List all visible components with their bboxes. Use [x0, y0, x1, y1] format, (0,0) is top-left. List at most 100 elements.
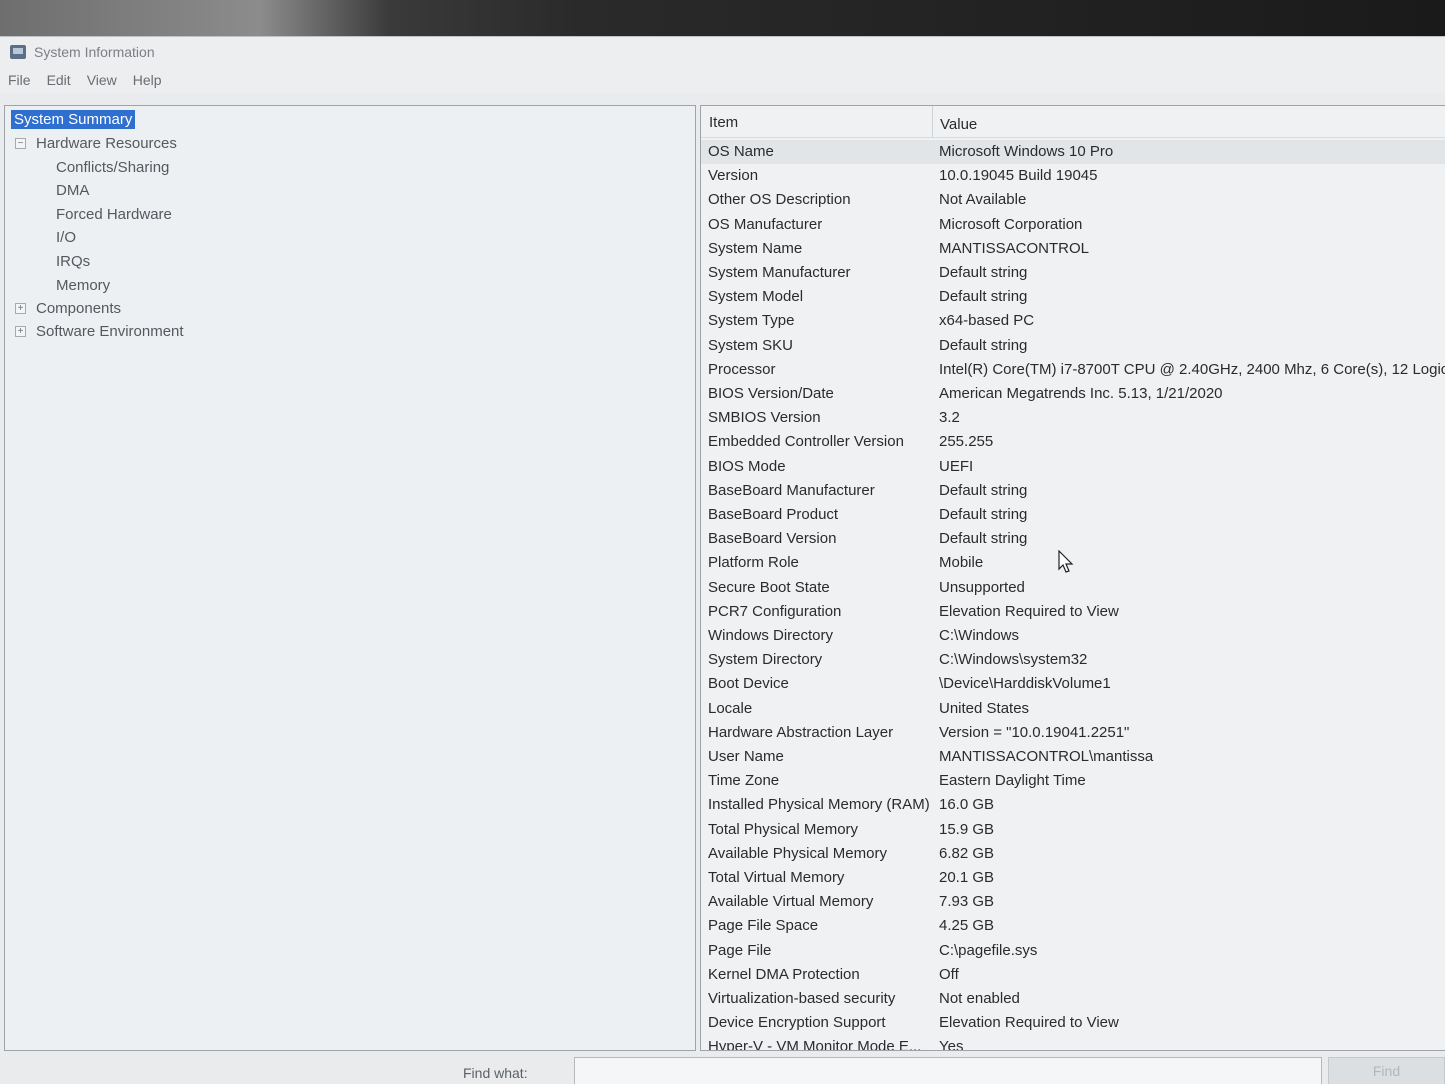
window-title: System Information	[34, 44, 155, 60]
content-panes: System Summary − Hardware Resources Conf…	[0, 103, 1445, 1053]
table-row[interactable]: Windows Directory C:\Windows	[701, 624, 1445, 648]
row-item: Other OS Description	[708, 191, 851, 209]
table-row[interactable]: Total Physical Memory 15.9 GB	[701, 818, 1445, 842]
expand-icon[interactable]: +	[15, 325, 26, 337]
table-row[interactable]: Secure Boot State Unsupported	[701, 576, 1445, 600]
row-item: Total Virtual Memory	[708, 869, 845, 886]
table-row[interactable]: Version 10.0.19045 Build 19045	[701, 164, 1445, 188]
column-header-item[interactable]: Item	[709, 114, 738, 131]
row-item: Boot Device	[708, 675, 789, 693]
table-row[interactable]: BaseBoard Product Default string	[701, 503, 1445, 527]
row-value: Yes	[939, 1038, 964, 1051]
tree-item-hardware-resources[interactable]: − Hardware Resources	[15, 132, 177, 154]
tree-item-irqs[interactable]: IRQs	[56, 250, 90, 272]
expand-icon[interactable]: +	[15, 302, 26, 314]
mouse-cursor-icon	[1058, 550, 1074, 573]
table-row[interactable]: OS Manufacturer Microsoft Corporation	[701, 213, 1445, 237]
row-value: Microsoft Corporation	[939, 215, 1083, 233]
table-row[interactable]: Time Zone Eastern Daylight Time	[701, 769, 1445, 793]
table-row[interactable]: Hyper-V - VM Monitor Mode E... Yes	[701, 1035, 1445, 1051]
tree-item-components[interactable]: + Components	[15, 297, 121, 319]
row-item: Kernel DMA Protection	[708, 965, 860, 983]
title-bar: System Information	[0, 37, 1445, 67]
tree-item-label: I/O	[56, 228, 77, 246]
list-header: Item Value	[701, 106, 1445, 138]
row-item: Platform Role	[708, 554, 799, 572]
tree-item-label: Conflicts/Sharing	[56, 158, 170, 176]
tree-item-dma[interactable]: DMA	[56, 179, 89, 201]
table-row[interactable]: Device Encryption Support Elevation Requi…	[701, 1011, 1445, 1035]
row-item: System Directory	[708, 651, 823, 669]
system-information-window: System Information File Edit View Help S…	[0, 36, 1445, 1084]
tree-item-system-summary[interactable]: System Summary	[11, 108, 136, 130]
row-item: Total Physical Memory	[708, 820, 859, 838]
table-row[interactable]: System SKU Default string	[701, 334, 1445, 358]
table-row[interactable]: BIOS Mode UEFI	[701, 455, 1445, 479]
tree-item-forced-hardware[interactable]: Forced Hardware	[56, 203, 172, 225]
row-value: Version = "10.0.19041.2251"	[939, 723, 1130, 741]
menu-file[interactable]: File	[8, 72, 31, 88]
table-row[interactable]: Virtualization-based security Not enabled	[701, 987, 1445, 1011]
tree-item-conflicts-sharing[interactable]: Conflicts/Sharing	[56, 156, 169, 178]
menu-bar: File Edit View Help	[0, 67, 1445, 93]
row-value: 6.82 GB	[939, 844, 995, 862]
row-item: BIOS Version/Date	[708, 385, 834, 402]
table-row[interactable]: Installed Physical Memory (RAM) 16.0 GB	[701, 793, 1445, 817]
table-row[interactable]: User Name MANTISSACONTROL\mantissa	[701, 745, 1445, 769]
table-row[interactable]: Kernel DMA Protection Off	[701, 963, 1445, 987]
table-row[interactable]: Processor Intel(R) Core(TM) i7-8700T CPU …	[701, 358, 1445, 382]
collapse-icon[interactable]: −	[15, 137, 26, 149]
table-row[interactable]: BaseBoard Version Default string	[701, 527, 1445, 551]
row-value: Unsupported	[939, 578, 1025, 596]
find-input[interactable]	[574, 1057, 1322, 1084]
tree-item-memory[interactable]: Memory	[56, 274, 110, 296]
row-value: 20.1 GB	[939, 869, 995, 886]
table-row[interactable]: Other OS Description Not Available	[701, 188, 1445, 212]
category-tree[interactable]: System Summary − Hardware Resources Conf…	[4, 105, 696, 1051]
table-row[interactable]: PCR7 Configuration Elevation Required to …	[701, 600, 1445, 624]
row-item: OS Manufacturer	[708, 215, 823, 233]
table-row[interactable]: Boot Device \Device\HarddiskVolume1	[701, 672, 1445, 696]
row-item: Page File Space	[708, 917, 819, 935]
find-button[interactable]: Find	[1328, 1057, 1445, 1084]
tree-item-label: Software Environment	[36, 322, 184, 340]
row-value: 16.0 GB	[939, 796, 995, 814]
table-row[interactable]: OS Name Microsoft Windows 10 Pro	[701, 140, 1445, 164]
table-row[interactable]: Available Virtual Memory 7.93 GB	[701, 890, 1445, 914]
table-row[interactable]: System Directory C:\Windows\system32	[701, 648, 1445, 672]
tree-item-io[interactable]: I/O	[56, 226, 76, 248]
table-row[interactable]: SMBIOS Version 3.2	[701, 406, 1445, 430]
column-header-value[interactable]: Value	[940, 116, 977, 133]
table-row[interactable]: BIOS Version/Date American Megatrends Inc…	[701, 382, 1445, 406]
menu-edit[interactable]: Edit	[47, 72, 71, 88]
table-row[interactable]: Hardware Abstraction Layer Version = "10.…	[701, 721, 1445, 745]
table-row[interactable]: System Model Default string	[701, 285, 1445, 309]
table-row[interactable]: System Name MANTISSACONTROL	[701, 237, 1445, 261]
row-value: Microsoft Windows 10 Pro	[939, 143, 1114, 160]
row-value: Elevation Required to View	[939, 602, 1119, 620]
column-separator[interactable]	[932, 106, 933, 138]
table-row[interactable]: BaseBoard Manufacturer Default string	[701, 479, 1445, 503]
tree-item-label: IRQs	[56, 252, 91, 270]
row-item: OS Name	[708, 143, 774, 160]
table-row[interactable]: Locale United States	[701, 697, 1445, 721]
table-row[interactable]: Page File C:\pagefile.sys	[701, 939, 1445, 963]
table-row[interactable]: Page File Space 4.25 GB	[701, 914, 1445, 938]
row-item: SMBIOS Version	[708, 409, 821, 427]
row-value: UEFI	[939, 457, 974, 475]
row-value: Default string	[939, 530, 1028, 548]
table-row[interactable]: Total Virtual Memory 20.1 GB	[701, 866, 1445, 890]
system-information-icon	[10, 45, 26, 59]
table-row[interactable]: Embedded Controller Version 255.255	[701, 430, 1445, 454]
tree-item-software-environment[interactable]: + Software Environment	[15, 320, 184, 342]
table-row[interactable]: System Manufacturer Default string	[701, 261, 1445, 285]
row-value: Default string	[939, 336, 1028, 354]
menu-view[interactable]: View	[87, 72, 117, 88]
row-value: 10.0.19045 Build 19045	[939, 167, 1098, 185]
menu-help[interactable]: Help	[133, 72, 162, 88]
tree-item-label: Forced Hardware	[56, 205, 172, 223]
row-item: System Manufacturer	[708, 264, 851, 281]
details-list[interactable]: Item Value OS Name Microsoft Windows 10 P…	[700, 105, 1445, 1051]
table-row[interactable]: Available Physical Memory 6.82 GB	[701, 842, 1445, 866]
table-row[interactable]: System Type x64-based PC	[701, 309, 1445, 333]
